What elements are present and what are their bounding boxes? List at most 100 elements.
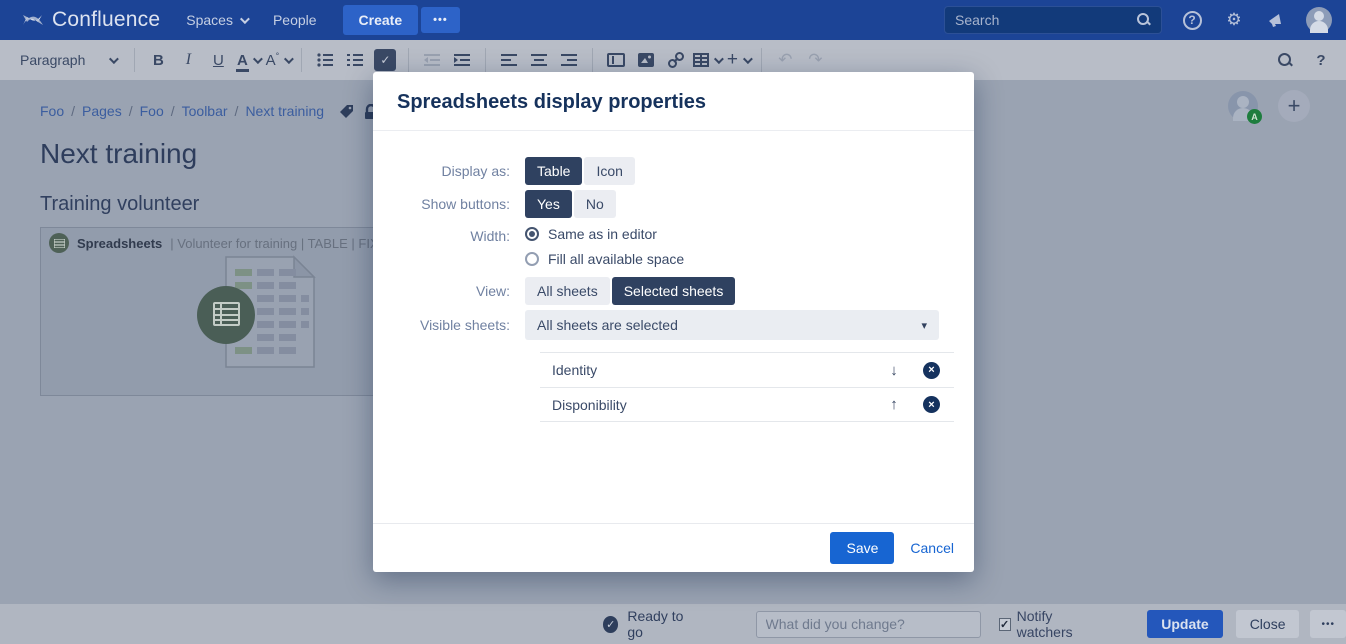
insert-more-button[interactable]: + [723,45,753,75]
insert-link-button[interactable] [661,45,691,75]
toolbar-separator [761,48,762,72]
align-right-button[interactable] [554,45,584,75]
show-buttons-row: Show buttons: Yes No [373,190,954,218]
move-up-icon[interactable]: ↑ [883,396,905,413]
radio-unselected-icon[interactable] [525,252,539,266]
notify-checkbox[interactable]: ✓ [999,618,1011,631]
chevron-down-icon [109,54,119,64]
bold-button[interactable]: B [143,45,173,75]
numbered-list-button[interactable] [340,45,370,75]
breadcrumb-item[interactable]: Next training [245,103,324,119]
page-title[interactable]: Next training [40,138,197,170]
save-button[interactable]: Save [830,532,894,564]
task-list-button[interactable]: ✓ [370,45,400,75]
search-icon [1278,53,1293,68]
page-layout-button[interactable] [601,45,631,75]
status-more-button[interactable]: ••• [1310,610,1346,638]
underline-icon: U [213,52,224,69]
breadcrumb-item[interactable]: Pages [82,103,122,119]
align-left-button[interactable] [494,45,524,75]
sheet-name: Disponibility [552,397,627,413]
insert-table-button[interactable] [691,45,723,75]
announcements-button[interactable] [1264,8,1288,32]
breadcrumb-item[interactable]: Foo [40,103,64,119]
remove-sheet-icon[interactable]: × [923,396,940,413]
undo-button: ↶ [770,45,800,75]
search-icon[interactable] [1137,13,1151,27]
labels-tag-icon[interactable] [339,104,354,119]
settings-button[interactable]: ⚙ [1222,8,1246,32]
view-row: View: All sheets Selected sheets [373,277,954,305]
display-as-table-button[interactable]: Table [525,157,582,185]
breadcrumb-item[interactable]: Toolbar [182,103,228,119]
display-properties-dialog: Spreadsheets display properties Display … [373,72,974,572]
insert-image-button[interactable] [631,45,661,75]
indent-button[interactable] [447,45,477,75]
sheet-row-disponibility: Disponibility ↑ × [540,387,954,422]
align-left-icon [501,53,517,67]
italic-icon: I [186,51,191,69]
macro-placeholder [41,258,401,378]
align-center-button[interactable] [524,45,554,75]
toolbar-separator [592,48,593,72]
underline-button[interactable]: U [203,45,233,75]
create-button[interactable]: Create [343,5,419,35]
help-button[interactable]: ? [1180,8,1204,32]
dialog-body: Display as: Table Icon Show buttons: Yes… [373,131,974,422]
view-selected-sheets-button[interactable]: Selected sheets [612,277,736,305]
notify-watchers[interactable]: ✓ Notify watchers [999,608,1104,640]
radio-selected-icon[interactable] [525,227,539,241]
width-same-as-editor-option[interactable]: Same as in editor [525,226,684,242]
char-style-icon: A° [266,51,280,69]
dialog-header: Spreadsheets display properties [373,72,974,131]
show-buttons-yes-button[interactable]: Yes [525,190,572,218]
paragraph-style-dropdown[interactable]: Paragraph [10,52,126,68]
macro-name: Spreadsheets [77,236,162,251]
dialog-title: Spreadsheets display properties [397,91,950,114]
search-input[interactable] [955,12,1137,28]
confluence-logo[interactable]: Confluence [22,8,160,32]
change-comment-input[interactable] [756,611,981,638]
nav-more-button[interactable]: ••• [421,7,460,33]
nav-spaces[interactable]: Spaces [186,12,247,28]
italic-button[interactable]: I [173,45,203,75]
align-right-icon [561,53,577,67]
editor-search-button[interactable] [1270,45,1300,75]
add-contributor-button[interactable]: + [1278,90,1310,122]
chevron-down-icon [253,54,263,64]
show-buttons-no-button[interactable]: No [574,190,616,218]
spreadsheets-macro-block[interactable]: Spreadsheets | Volunteer for training | … [40,227,402,396]
notify-watchers-label: Notify watchers [1017,608,1104,640]
sheet-name: Identity [552,362,597,378]
text-color-button[interactable]: A [233,45,263,75]
chevron-down-icon [743,54,753,64]
remove-sheet-icon[interactable]: × [923,362,940,379]
cancel-button[interactable]: Cancel [910,540,954,556]
spreadsheet-preview-icon [156,249,386,384]
width-fill-space-option[interactable]: Fill all available space [525,251,684,267]
update-button[interactable]: Update [1147,610,1222,638]
nav-search[interactable] [944,6,1162,34]
help-icon: ? [1183,11,1202,30]
nav-spaces-label: Spaces [186,12,233,28]
formatting-more-button[interactable]: A° [263,45,293,75]
visible-sheets-dropdown[interactable]: All sheets are selected ▾ [525,310,939,340]
close-button[interactable]: Close [1236,610,1300,638]
view-all-sheets-button[interactable]: All sheets [525,277,610,305]
display-as-icon-button[interactable]: Icon [584,157,634,185]
move-down-icon[interactable]: ↓ [883,362,905,379]
toolbar-separator [134,48,135,72]
brand-name[interactable]: Confluence [52,8,160,32]
section-heading[interactable]: Training volunteer [40,193,199,216]
bullet-list-button[interactable] [310,45,340,75]
breadcrumb-separator: / [129,103,133,119]
breadcrumb-item[interactable]: Foo [140,103,164,119]
user-avatar[interactable] [1306,7,1332,33]
editor-help-button[interactable]: ? [1306,45,1336,75]
show-buttons-toggle: Yes No [525,190,618,218]
task-list-icon: ✓ [374,49,396,71]
breadcrumb-separator: / [71,103,75,119]
nav-people[interactable]: People [273,12,317,28]
bullet-list-icon [317,53,334,67]
contributor-avatar[interactable]: A [1228,91,1258,121]
